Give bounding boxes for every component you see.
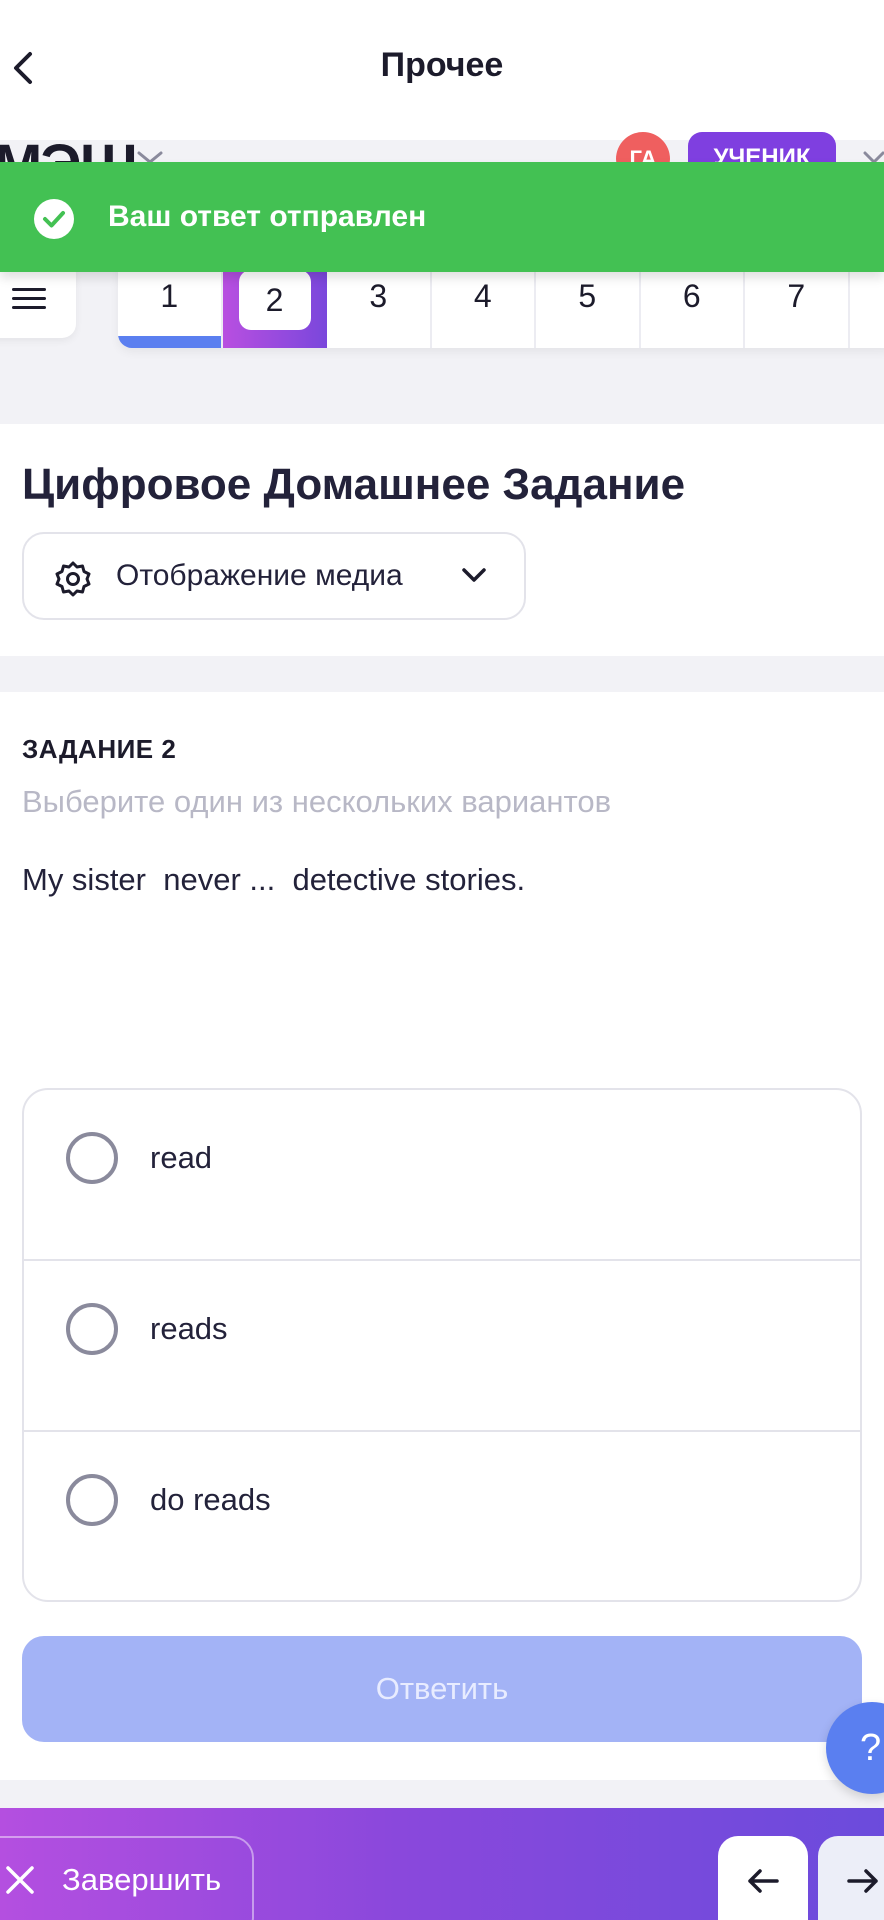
answer-option[interactable]: reads [24,1261,860,1432]
answer-options: read reads do reads [22,1088,862,1602]
task-instruction: Выберите один из нескольких вариантов [22,784,612,819]
tab-task-1[interactable]: 1 [118,260,223,348]
radio-button[interactable] [66,1303,118,1355]
tab-label: 1 [160,278,179,314]
arrow-left-icon [748,1869,779,1893]
homework-title: Цифровое Домашнее Задание [22,460,686,509]
tab-label: 4 [473,278,492,314]
tab-task-3[interactable]: 3 [327,260,432,348]
media-select-label: Отображение медиа [116,559,403,592]
finish-button[interactable]: Завершить [0,1836,254,1920]
close-icon [6,1866,34,1894]
tab-label: 3 [369,278,388,314]
tab-label: 5 [578,278,597,314]
task-card: ЗАДАНИЕ 2 Выберите один из нескольких ва… [0,692,884,1780]
arrow-right-icon [847,1869,878,1893]
option-label: do reads [150,1482,271,1517]
option-label: read [150,1140,213,1175]
page-title: Прочее [380,46,504,84]
check-circle-icon [34,199,74,239]
tab-label: 2 [238,270,311,330]
task-number: ЗАДАНИЕ 2 [22,734,177,764]
tab-label: 6 [682,278,701,314]
option-label: reads [150,1311,228,1346]
success-toast: Ваш ответ отправлен [0,162,884,272]
hamburger-icon [12,288,46,309]
tab-task-5[interactable]: 5 [536,260,641,348]
task-question: My sister never ... detective stories. [22,862,526,897]
finish-label: Завершить [62,1862,222,1897]
task-tabs: 1 2 3 4 5 6 7 [118,260,884,348]
toast-message: Ваш ответ отправлен [108,200,427,233]
previous-task-button[interactable] [718,1836,808,1920]
answer-option[interactable]: do reads [24,1432,860,1600]
tab-task-6[interactable]: 6 [641,260,745,348]
next-task-button[interactable] [818,1836,884,1920]
tab-task-4[interactable]: 4 [432,260,536,348]
top-bar: Прочее [0,0,884,140]
tab-task-7[interactable]: 7 [745,260,850,348]
submit-answer-button[interactable]: Ответить [22,1636,862,1742]
chevron-down-icon [462,568,486,582]
bottom-bar: Завершить [0,1808,884,1920]
radio-button[interactable] [66,1132,118,1184]
homework-header: Цифровое Домашнее Задание Отображение ме… [0,424,884,656]
media-display-select[interactable]: Отображение медиа [22,532,526,620]
tab-label: 7 [787,278,806,314]
gear-icon [55,561,91,597]
answer-option[interactable]: read [24,1090,860,1261]
radio-button[interactable] [66,1474,118,1526]
tab-task-2[interactable]: 2 [222,260,327,348]
